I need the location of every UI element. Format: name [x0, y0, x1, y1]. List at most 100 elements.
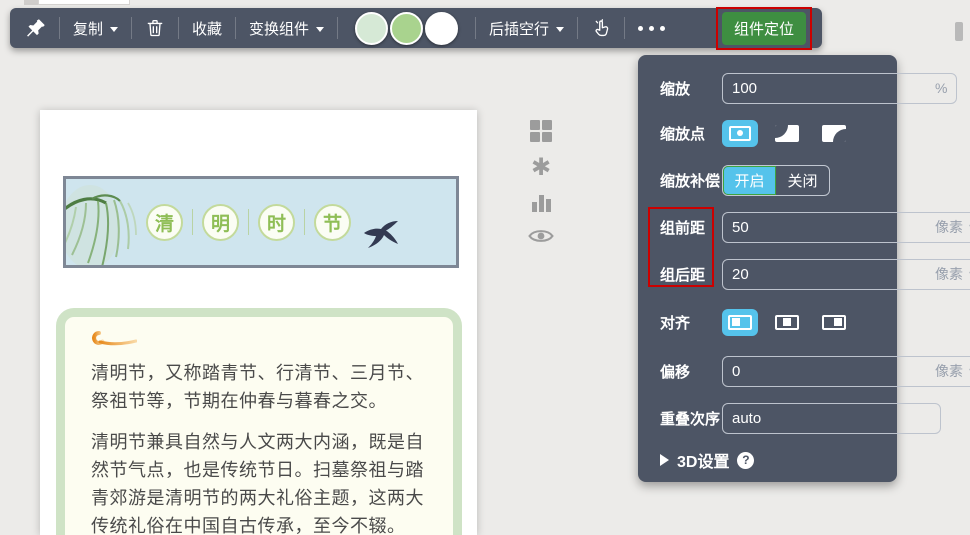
locate-annotation-box: 组件定位 [715, 6, 812, 50]
eye-icon[interactable] [528, 227, 554, 250]
stack-order-row: 重叠次序 [660, 402, 941, 434]
component-toolbar: 复制 收藏 变换组件 后插空行 组件定位 [10, 6, 822, 50]
group-front-input-wrap: 像素 ∨ [722, 211, 970, 243]
badge-divider [304, 209, 305, 235]
paragraph: 清明节，又称踏青节、行清节、三月节、祭祖节等，节期在仲春与暮春之交。 [91, 363, 424, 411]
click-hand-icon[interactable] [591, 18, 611, 38]
triangle-right-icon [660, 454, 669, 466]
align-center-icon [775, 314, 799, 330]
offset-input[interactable] [732, 362, 931, 380]
banner-char-badge: 清 [146, 203, 183, 241]
scale-point-bottom-right-button[interactable] [816, 120, 852, 147]
banner-title: 清 明 时 节 [146, 179, 351, 265]
favorite-button[interactable]: 收藏 [192, 18, 222, 39]
offset-label: 偏移 [660, 363, 691, 381]
scale-row: 缩放 % [660, 72, 958, 104]
badge-divider [192, 209, 193, 235]
group-back-input-wrap: 像素 ∨ [722, 258, 970, 290]
scale-input[interactable] [732, 79, 931, 97]
chevron-down-icon [110, 26, 119, 32]
grid-icon[interactable] [530, 120, 552, 142]
percent-suffix: % [935, 80, 948, 96]
cloud-icon [387, 527, 439, 535]
align-right-button[interactable] [816, 309, 852, 336]
insert-after-label: 后插空行 [489, 20, 550, 38]
scale-label: 缩放 [660, 80, 691, 98]
align-left-icon [728, 314, 752, 330]
toolbar-separator [577, 17, 579, 39]
toolbar-separator [131, 17, 133, 39]
align-label: 对齐 [660, 314, 691, 332]
editor-page: 清 明 时 节 清明节，又称踏青节、行清节、三月节、祭祖节等，节期在仲春与暮春之… [40, 110, 477, 535]
background-sliver-white [38, 0, 130, 5]
pin-icon[interactable] [26, 18, 46, 38]
help-icon[interactable]: ? [737, 451, 755, 469]
bar-chart-icon[interactable] [531, 194, 551, 212]
settings-3d-toggle[interactable]: 3D设置 ? [660, 448, 755, 472]
color-swatch-green[interactable] [390, 11, 424, 45]
group-front-row: 组前距 像素 ∨ [660, 211, 970, 243]
group-back-label: 组后距 [660, 266, 706, 284]
banner-char-badge: 节 [314, 203, 351, 241]
copy-button[interactable]: 复制 [73, 18, 119, 39]
scale-point-center-icon [729, 125, 751, 141]
offset-row: 偏移 像素 ∨ [660, 355, 970, 387]
toolbar-separator [624, 17, 626, 39]
background-sliver-gray [24, 0, 38, 5]
toolbar-separator [235, 17, 237, 39]
banner-component[interactable]: 清 明 时 节 [63, 176, 459, 268]
stack-order-input-wrap [722, 402, 941, 434]
group-back-unit-select[interactable]: 像素 [935, 264, 963, 284]
scale-point-row: 缩放点 [660, 118, 881, 148]
stack-order-input[interactable] [732, 409, 931, 427]
align-left-button[interactable] [722, 308, 758, 336]
scale-input-wrap: % [722, 72, 958, 104]
color-swatch-white[interactable] [425, 11, 459, 45]
banner-char-badge: 明 [202, 203, 239, 241]
compensation-on-button[interactable]: 开启 [723, 165, 776, 195]
offset-input-wrap: 像素 ∨ [722, 355, 970, 387]
settings-3d-label: 3D设置 [677, 454, 730, 471]
transform-label: 变换组件 [249, 20, 310, 38]
badge-divider [248, 209, 249, 235]
scale-point-center-button[interactable] [722, 119, 758, 147]
toolbar-separator [59, 17, 60, 39]
compensation-toggle: 开启 关闭 [722, 164, 830, 196]
group-front-unit-select[interactable]: 像素 [935, 217, 963, 237]
scale-point-top-left-button[interactable] [769, 120, 805, 147]
settings-3d-row: 3D设置 ? [660, 445, 881, 475]
offset-unit-select[interactable]: 像素 [935, 361, 963, 381]
transform-component-button[interactable]: 变换组件 [249, 18, 325, 39]
align-right-icon [822, 314, 846, 330]
align-row: 对齐 [660, 307, 881, 337]
group-front-input[interactable] [732, 218, 931, 236]
scale-point-label: 缩放点 [660, 125, 706, 143]
insert-blank-after-button[interactable]: 后插空行 [489, 18, 565, 39]
chevron-down-icon [316, 26, 325, 32]
favorite-label: 收藏 [192, 20, 223, 38]
scale-point-top-left-icon [775, 124, 799, 142]
snowflake-icon[interactable]: ✱ [531, 156, 551, 180]
group-back-input[interactable] [732, 265, 931, 283]
toolbar-separator [178, 17, 180, 39]
color-swatch-light-green[interactable] [355, 11, 389, 45]
align-center-button[interactable] [769, 309, 805, 336]
banner-char-badge: 时 [258, 203, 295, 241]
chevron-down-icon [556, 26, 565, 32]
scrollbar-thumb[interactable] [955, 22, 963, 41]
component-locate-button[interactable]: 组件定位 [721, 11, 806, 45]
stack-order-label: 重叠次序 [660, 410, 721, 428]
group-back-row: 组后距 像素 ∨ [660, 258, 970, 290]
text-card-component[interactable]: 清明节，又称踏青节、行清节、三月节、祭祖节等，节期在仲春与暮春之交。 清明节兼具… [56, 308, 462, 535]
trash-icon[interactable] [145, 18, 165, 38]
compensation-off-button[interactable]: 关闭 [776, 166, 829, 195]
swallow-icon [362, 221, 404, 254]
toolbar-separator [337, 17, 339, 39]
paragraph: 清明节兼具自然与人文两大内涵，既是自然节气点，也是传统节日。扫墓祭祖与踏青郊游是… [91, 432, 424, 535]
copy-label: 复制 [73, 20, 104, 38]
compensation-label: 缩放补偿 [660, 172, 721, 190]
compensation-row: 缩放补偿 开启 关闭 [660, 164, 881, 196]
more-icon[interactable] [638, 25, 666, 31]
side-toolbar: ✱ [527, 120, 555, 250]
toolbar-separator [475, 17, 477, 39]
